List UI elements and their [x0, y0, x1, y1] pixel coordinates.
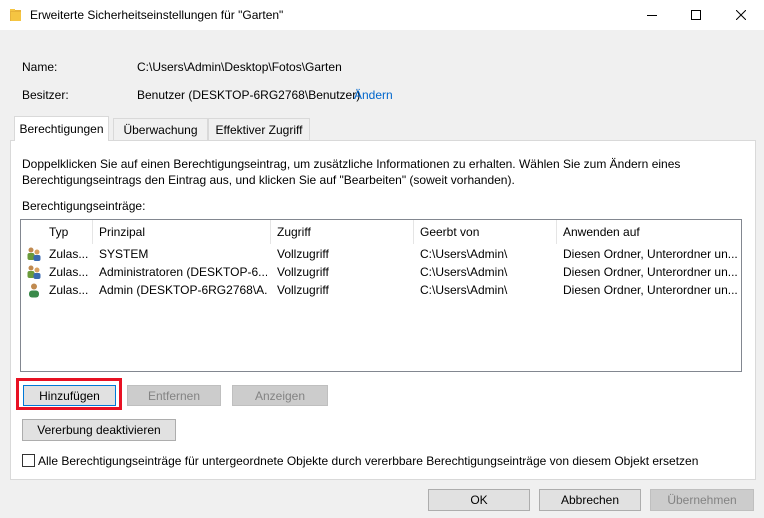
tab-permissions[interactable]: Berechtigungen: [14, 116, 109, 141]
change-owner-link[interactable]: Ändern: [354, 88, 393, 102]
cell-inherited: C:\Users\Admin\: [420, 265, 508, 279]
disable-inheritance-label: Vererbung deaktivieren: [37, 423, 161, 437]
maximize-button[interactable]: [674, 0, 718, 30]
close-icon: [736, 10, 746, 20]
window-title: Erweiterte Sicherheitseinstellungen für …: [30, 8, 284, 22]
column-header-principal[interactable]: Prinzipal: [93, 220, 271, 244]
column-header-inherited[interactable]: Geerbt von: [414, 220, 557, 244]
cell-applies: Diesen Ordner, Unterordner un...: [563, 265, 738, 279]
entries-label: Berechtigungseinträge:: [22, 199, 146, 213]
cell-applies: Diesen Ordner, Unterordner un...: [563, 247, 738, 261]
view-button-label: Anzeigen: [254, 388, 306, 403]
folder-icon: [10, 9, 21, 21]
disable-inheritance-button[interactable]: Vererbung deaktivieren: [22, 419, 176, 441]
column-label: Anwenden auf: [563, 225, 640, 239]
tab-effective-access[interactable]: Effektiver Zugriff: [208, 118, 310, 140]
table-row[interactable]: Zulas... Administratoren (DESKTOP-6... V…: [21, 263, 741, 281]
cell-principal: SYSTEM: [99, 247, 149, 261]
close-button[interactable]: [719, 0, 763, 30]
cell-access: Vollzugriff: [277, 265, 329, 279]
minimize-button[interactable]: [630, 0, 674, 30]
ok-button[interactable]: OK: [428, 489, 530, 511]
column-label: Zugriff: [277, 225, 311, 239]
column-label: Prinzipal: [99, 225, 146, 239]
user-icon: [29, 283, 39, 298]
cell-inherited: C:\Users\Admin\: [420, 247, 508, 261]
instructions-line1: Doppelklicken Sie auf einen Berechtigung…: [22, 157, 681, 171]
name-label: Name:: [22, 60, 58, 74]
column-label: Geerbt von: [420, 225, 480, 239]
table-row[interactable]: Zulas... Admin (DESKTOP-6RG2768\A... Vol…: [21, 281, 741, 299]
column-header-access[interactable]: Zugriff: [271, 220, 414, 244]
cell-applies: Diesen Ordner, Unterordner un...: [563, 283, 738, 297]
table-row[interactable]: Zulas... SYSTEM Vollzugriff C:\Users\Adm…: [21, 245, 741, 263]
view-button[interactable]: Anzeigen: [232, 385, 328, 406]
tab-label: Effektiver Zugriff: [215, 122, 303, 137]
instructions-line2: Berechtigungseintrags den Eintrag aus, u…: [22, 173, 515, 187]
tab-auditing[interactable]: Überwachung: [113, 118, 208, 140]
owner-label: Besitzer:: [22, 88, 69, 102]
column-label: Typ: [49, 225, 69, 239]
maximize-icon: [691, 10, 701, 20]
name-value: C:\Users\Admin\Desktop\Fotos\Garten: [137, 60, 342, 74]
owner-value: Benutzer (DESKTOP-6RG2768\Benutzer): [137, 88, 361, 102]
cell-access: Vollzugriff: [277, 247, 329, 261]
group-users-icon: [27, 265, 41, 279]
column-header-applies[interactable]: Anwenden auf: [557, 220, 741, 244]
cell-inherited: C:\Users\Admin\: [420, 283, 508, 297]
ok-label: OK: [470, 493, 488, 507]
apply-button[interactable]: Übernehmen: [650, 489, 754, 511]
minimize-icon: [647, 15, 657, 16]
title-bar: Erweiterte Sicherheitseinstellungen für …: [0, 0, 764, 30]
cell-principal: Admin (DESKTOP-6RG2768\A...: [99, 283, 267, 297]
cell-type: Zulas...: [49, 247, 89, 261]
replace-permissions-checkbox[interactable]: [22, 454, 35, 467]
cell-principal: Administratoren (DESKTOP-6...: [99, 265, 267, 279]
cell-access: Vollzugriff: [277, 283, 329, 297]
cell-type: Zulas...: [49, 265, 89, 279]
remove-button[interactable]: Entfernen: [127, 385, 221, 406]
add-button[interactable]: Hinzufügen: [23, 385, 116, 406]
permission-entries-list[interactable]: Typ Prinzipal Zugriff Geerbt von Anwende…: [20, 219, 742, 372]
tab-label: Überwachung: [123, 122, 198, 137]
column-header-type[interactable]: Typ: [21, 220, 93, 244]
tab-label: Berechtigungen: [19, 122, 104, 136]
cancel-button[interactable]: Abbrechen: [539, 489, 641, 511]
add-button-label: Hinzufügen: [39, 388, 100, 403]
remove-button-label: Entfernen: [147, 388, 201, 403]
replace-permissions-label: Alle Berechtigungseinträge für untergeor…: [38, 454, 699, 468]
group-users-icon: [27, 247, 41, 261]
cell-type: Zulas...: [49, 283, 89, 297]
cancel-label: Abbrechen: [560, 493, 620, 507]
apply-label: Übernehmen: [667, 493, 737, 507]
